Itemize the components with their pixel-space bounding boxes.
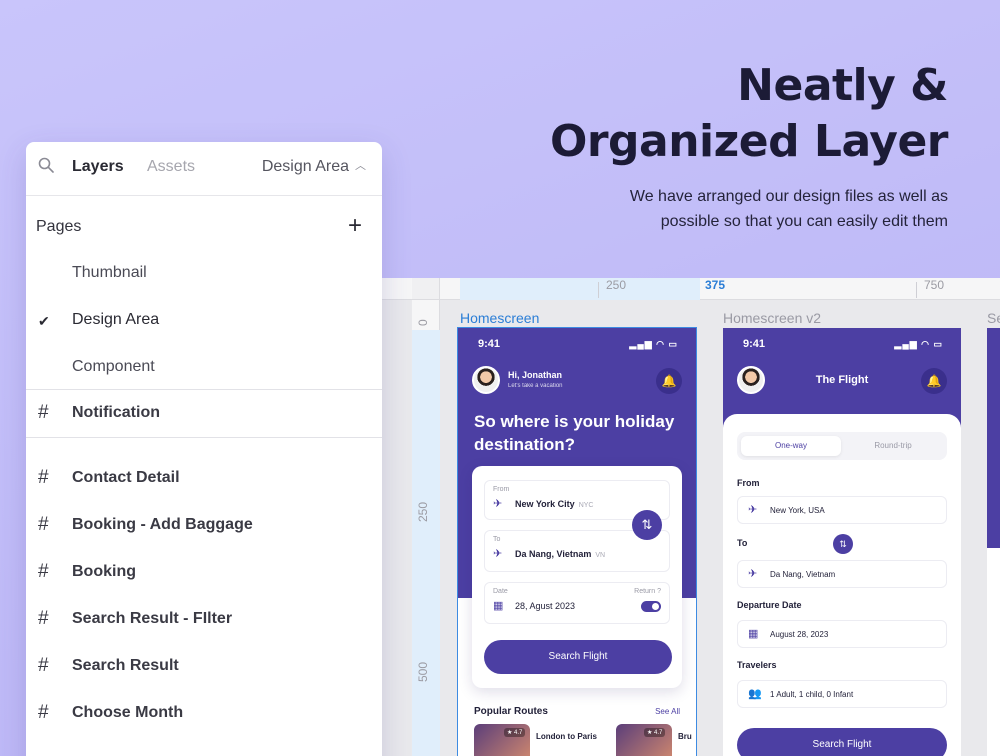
ruler-selection <box>460 278 700 300</box>
from-label: From <box>737 478 760 488</box>
return-toggle[interactable] <box>641 601 661 612</box>
frame-icon: # <box>38 655 49 676</box>
frame-label-homescreen[interactable]: Homescreen <box>460 310 539 326</box>
calendar-icon: ▦ <box>748 628 759 640</box>
tab-assets[interactable]: Assets <box>147 158 195 176</box>
plane-takeoff-icon: ✈ <box>748 504 758 516</box>
search-flight-button[interactable]: Search Flight <box>737 728 947 756</box>
status-bar: 9:41 ▂▄▆ ◠ ▭ <box>478 338 678 350</box>
signal-icon: ▂▄▆ ◠ ▭ <box>629 339 678 349</box>
plane-landing-icon: ✈ <box>493 548 503 560</box>
hero-subtitle: We have arranged our design files as wel… <box>550 184 948 234</box>
hero-title-line1: Neatly & <box>737 60 948 111</box>
trip-type-tabs: One-way Round-trip <box>737 432 947 460</box>
hero-subtitle-line1: We have arranged our design files as wel… <box>629 188 948 205</box>
homescreen-frame[interactable]: 9:41 ▂▄▆ ◠ ▭ Hi, Jonathan Let's take a v… <box>457 327 697 756</box>
frame-icon: # <box>38 402 49 423</box>
homescreen-v2-frame[interactable]: 9:41 ▂▄▆ ◠ ▭ The Flight 🔔 One-way Round-… <box>723 328 961 756</box>
hero-subtitle-line2: possible so that you can easily edit the… <box>660 213 948 230</box>
frame-icon: # <box>38 514 49 535</box>
chevron-up-icon: ︿ <box>355 160 366 172</box>
check-icon: ✔ <box>38 313 50 329</box>
route-rating: ★ 4.7 <box>504 728 526 737</box>
route-rating: ★ 4.7 <box>644 728 666 737</box>
page-item-component[interactable]: Component <box>72 358 155 376</box>
to-field[interactable]: ✈ Da Nang, Vietnam <box>737 560 947 588</box>
layer-row-choose-month[interactable]: # Choose Month <box>26 690 382 737</box>
header-background <box>987 328 1000 548</box>
frame-label-homescreen-v2[interactable]: Homescreen v2 <box>723 310 821 326</box>
hero-title-line2: Organized Layer <box>549 116 949 167</box>
greeting: Hi, Jonathan Let's take a vacation <box>508 370 563 389</box>
departure-label: Departure Date <box>737 600 802 610</box>
ruler-selection <box>412 330 440 756</box>
date-field[interactable]: Date Return ? ▦ 28, Agust 2023 <box>484 582 670 624</box>
layer-row-search-result-filter[interactable]: # Search Result - FIlter <box>26 596 382 643</box>
plane-landing-icon: ✈ <box>748 568 758 580</box>
frame-icon: # <box>38 467 49 488</box>
ruler-tick: 250 <box>416 501 430 522</box>
page-item-design-area[interactable]: Design Area <box>72 311 159 329</box>
travelers-field[interactable]: 👥 1 Adult, 1 child, 0 Infant <box>737 680 947 708</box>
ruler-tick: 0 <box>416 319 430 326</box>
layer-row-contact-detail[interactable]: # Contact Detail <box>26 455 382 502</box>
page-switcher[interactable]: Design Area ︿ <box>262 158 366 176</box>
frame-label-next[interactable]: Se <box>987 310 1000 326</box>
bell-icon[interactable]: 🔔 <box>656 368 682 394</box>
layer-row-booking[interactable]: # Booking <box>26 549 382 596</box>
route-name: London to Paris <box>536 732 597 741</box>
calendar-icon: ▦ <box>493 600 504 612</box>
search-icon[interactable] <box>38 157 54 173</box>
bell-icon[interactable]: 🔔 <box>921 368 947 394</box>
next-frame[interactable] <box>987 328 1000 756</box>
pages-heading: Pages <box>36 218 82 235</box>
tab-round-trip[interactable]: Round-trip <box>843 436 943 456</box>
layers-panel: Layers Assets Design Area ︿ Pages + Thumb… <box>26 142 382 756</box>
route-name: Bru <box>678 732 692 741</box>
signal-icon: ▂▄▆ ◠ ▭ <box>894 339 943 349</box>
ruler-tick: 250 <box>598 278 626 298</box>
from-field[interactable]: ✈ New York, USA <box>737 496 947 524</box>
tab-layers[interactable]: Layers <box>72 158 124 176</box>
ruler-tick-selected: 375 <box>705 278 726 292</box>
panel-header: Layers Assets Design Area ︿ <box>26 142 382 196</box>
app-headline: So where is your holiday destination? <box>474 412 675 454</box>
design-canvas[interactable]: 250 375 750 0 250 500 Homescreen Homescr… <box>380 278 1000 756</box>
layer-row-booking-add-baggage[interactable]: # Booking - Add Baggage <box>26 502 382 549</box>
search-card: From ✈ New York City NYC To ✈ Da Nang, Vi… <box>472 466 682 688</box>
see-all-link[interactable]: See All <box>655 707 680 716</box>
tab-one-way[interactable]: One-way <box>741 436 841 456</box>
divider <box>26 437 382 438</box>
ruler-corner <box>412 278 440 300</box>
frame-icon: # <box>38 608 49 629</box>
frame-icon: # <box>38 702 49 723</box>
add-page-icon[interactable]: + <box>348 212 362 240</box>
status-bar: 9:41 ▂▄▆ ◠ ▭ <box>743 338 943 350</box>
travelers-label: Travelers <box>737 660 777 670</box>
frame-icon: # <box>38 561 49 582</box>
search-flight-button[interactable]: Search Flight <box>484 640 672 674</box>
popular-routes-title: Popular Routes <box>474 706 548 717</box>
layer-row-search-result[interactable]: # Search Result <box>26 643 382 690</box>
plane-takeoff-icon: ✈ <box>493 498 503 510</box>
swap-icon[interactable]: ⇅ <box>833 534 853 554</box>
ruler-tick: 500 <box>416 661 430 682</box>
layer-row-notification[interactable]: # Notification <box>26 390 382 437</box>
hero-headline: Neatly & Organized Layer We have arrange… <box>549 58 949 234</box>
ruler-tick: 750 <box>916 278 944 298</box>
booking-sheet: One-way Round-trip From ✈ New York, USA … <box>723 414 961 756</box>
hero-title: Neatly & Organized Layer <box>549 58 949 170</box>
ruler-top: 250 375 750 <box>380 278 1000 300</box>
avatar[interactable] <box>472 366 500 394</box>
ruler-left: 0 250 500 <box>412 300 440 756</box>
departure-field[interactable]: ▦ August 28, 2023 <box>737 620 947 648</box>
page-item-thumbnail[interactable]: Thumbnail <box>72 264 147 282</box>
users-icon: 👥 <box>748 688 762 700</box>
to-label: To <box>737 538 748 548</box>
swap-icon[interactable]: ⇅ <box>632 510 662 540</box>
